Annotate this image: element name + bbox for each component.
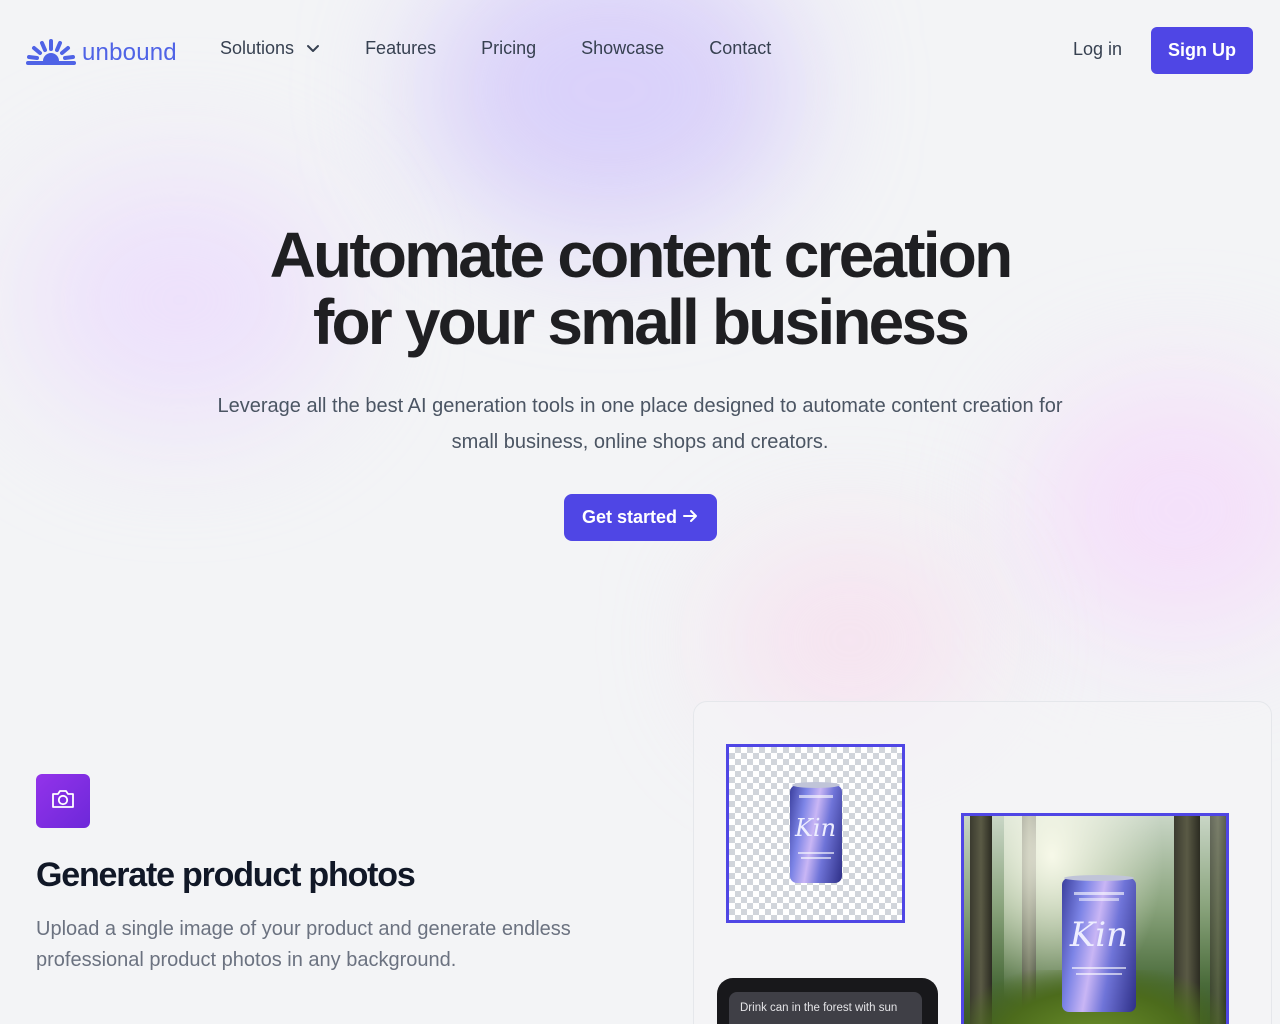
nav-solutions-label: Solutions	[220, 38, 295, 58]
get-started-label: Get started	[581, 507, 678, 527]
feature-title: Generate product photos	[36, 856, 416, 894]
hero-subtitle: Leverage all the best AI generation tool…	[200, 388, 1080, 460]
arrow-right-icon	[683, 507, 699, 528]
feature-description-line-1: Upload a single image of your product an…	[36, 918, 571, 940]
feature-description-line-2: professional product photos in any backg…	[36, 949, 457, 971]
product-cutout-image: Kin	[726, 744, 905, 923]
hero-title: Automate content creation for your small…	[0, 222, 1280, 356]
hero-title-line-1: Automate content creation	[269, 219, 1014, 291]
generated-forest-photo: Kin	[961, 813, 1229, 1024]
nav-showcase-label: Showcase	[581, 38, 665, 58]
nav-contact[interactable]: Contact	[709, 38, 771, 59]
hero-subtitle-line-1: Leverage all the best AI generation tool…	[217, 395, 1063, 417]
sunrise-logo-icon	[26, 35, 76, 70]
nav-pricing[interactable]: Pricing	[481, 38, 536, 59]
prompt-input[interactable]: Drink can in the forest with sun	[729, 992, 922, 1024]
drink-can-image: Kin	[1062, 875, 1136, 1012]
drink-can-image: Kin	[789, 781, 842, 883]
logo-link[interactable]: unbound	[26, 35, 177, 70]
nav-contact-label: Contact	[709, 38, 772, 58]
nav-features-label: Features	[365, 38, 437, 58]
feature-description: Upload a single image of your product an…	[36, 914, 596, 976]
nav-solutions[interactable]: Solutions	[220, 38, 320, 59]
main-nav: Solutions Features Pricing Showcase Cont…	[220, 38, 771, 59]
nav-features[interactable]: Features	[365, 38, 436, 59]
signup-button[interactable]: Sign Up	[1151, 27, 1253, 74]
product-brand-label: Kin	[794, 813, 837, 842]
site-header: unbound Solutions Features Pricing Showc…	[0, 0, 1280, 100]
feature-icon-badge	[36, 774, 90, 828]
logo-text: unbound	[82, 38, 177, 66]
nav-showcase[interactable]: Showcase	[581, 38, 664, 59]
hero-title-line-2: for your small business	[312, 286, 970, 358]
get-started-button[interactable]: Get started	[564, 494, 717, 541]
login-link[interactable]: Log in	[1073, 39, 1122, 60]
chevron-down-icon	[306, 38, 320, 59]
camera-icon	[50, 788, 76, 815]
hero-subtitle-line-2: small business, online shops and creator…	[451, 431, 829, 453]
prompt-panel: Drink can in the forest with sun	[717, 978, 938, 1024]
nav-pricing-label: Pricing	[481, 38, 537, 58]
product-brand-label: Kin	[1069, 915, 1129, 955]
